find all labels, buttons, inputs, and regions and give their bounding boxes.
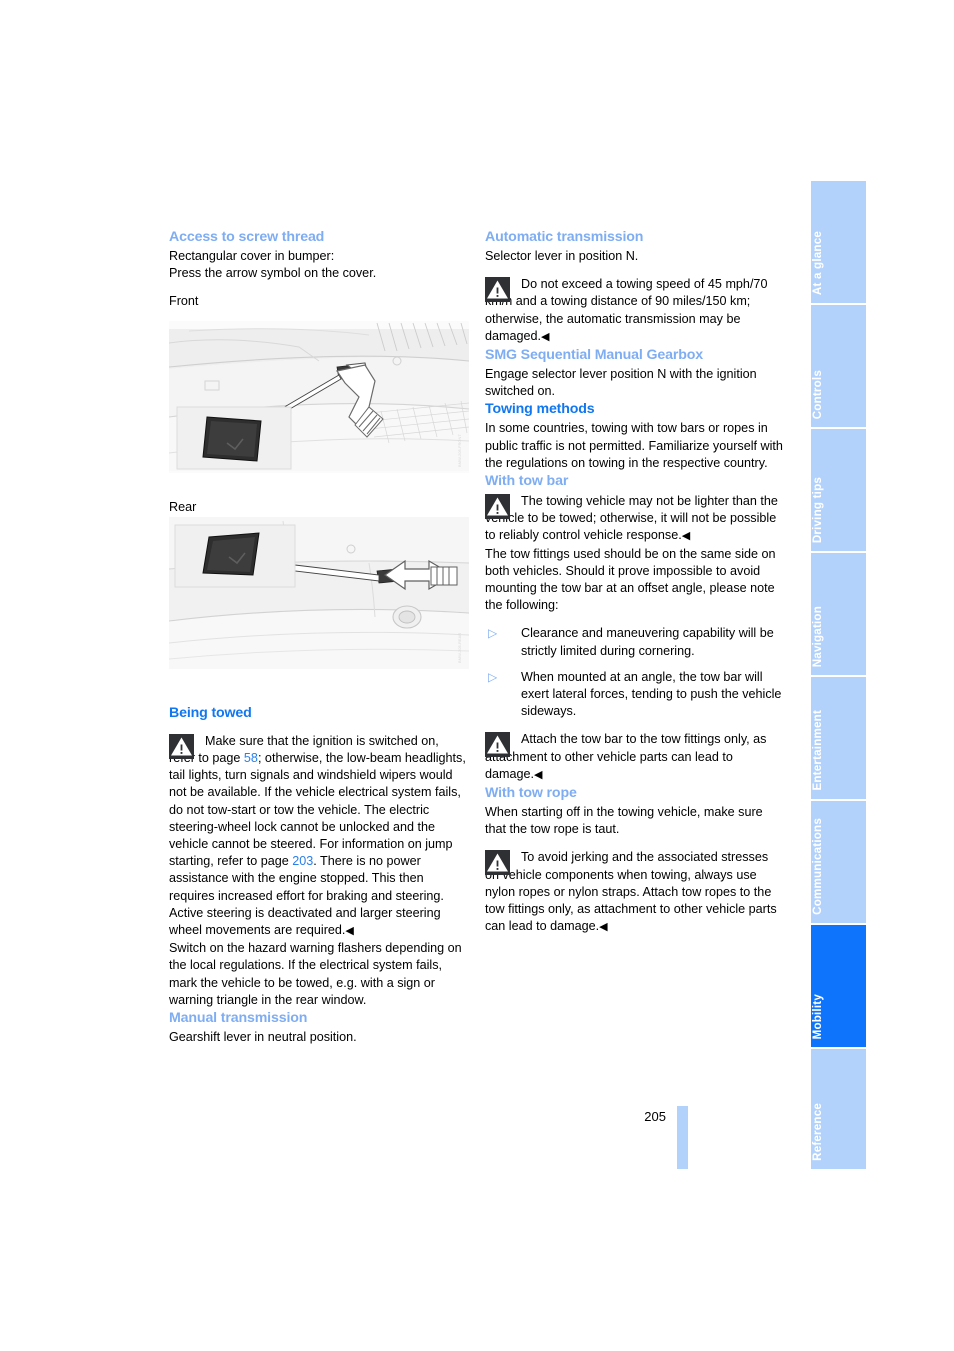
paragraph-towing-methods: In some countries, towing with tow bars …	[485, 421, 783, 470]
heading-access-to-screw-thread: Access to screw thread	[169, 229, 325, 245]
right-text-column: Automatic transmission Selector lever in…	[485, 228, 783, 937]
figure-rear-bumper-screw-thread: BMW-205-REAR	[168, 517, 470, 669]
svg-text:BMW-205-REAR: BMW-205-REAR	[457, 633, 462, 663]
end-mark-icon: ◀	[345, 925, 354, 938]
warning-block-automatic-transmission: Do not exceed a towing speed of 45 mph/7…	[485, 276, 783, 346]
end-mark-icon: ◀	[599, 921, 608, 934]
tab-driving-tips[interactable]: Driving tips	[811, 429, 866, 553]
end-mark-icon: ◀	[541, 330, 550, 343]
heading-with-tow-bar: With tow bar	[485, 473, 569, 490]
bullet-list-offset-angle: ▷ Clearance and maneuvering capability w…	[485, 625, 783, 720]
tab-label: At a glance	[811, 230, 824, 295]
warning-text-tow-bar: The towing vehicle may not be lighter th…	[485, 494, 778, 543]
warning-triangle-icon	[485, 494, 510, 520]
tab-label: Reference	[811, 1103, 824, 1161]
paragraph-with-tow-rope: When starting off in the towing vehicle,…	[485, 805, 763, 837]
warning-text-attach-tow-bar: Attach the tow bar to the tow fittings o…	[485, 732, 767, 781]
warning-triangle-icon	[169, 733, 194, 759]
label-rear: Rear	[169, 499, 197, 514]
svg-text:BMW-205-FRONT: BMW-205-FRONT	[457, 434, 462, 467]
page-ref-58[interactable]: 58	[244, 751, 258, 765]
page-number: 205	[644, 1109, 666, 1124]
list-item-label: When mounted at an angle, the tow bar wi…	[521, 669, 782, 719]
warning-triangle-icon	[485, 732, 510, 758]
page-number-bar	[677, 1106, 688, 1169]
paragraph-tow-fittings: The tow fittings used should be on the s…	[485, 546, 776, 613]
triangle-bullet-icon: ▷	[488, 669, 498, 684]
paragraph-hazard-flashers: Switch on the hazard warning flashers de…	[169, 941, 462, 1007]
tab-reference[interactable]: Reference	[811, 1049, 866, 1169]
warning-block-tow-bar: The towing vehicle may not be lighter th…	[485, 493, 783, 546]
tab-navigation[interactable]: Navigation	[811, 553, 866, 677]
heading-being-towed: Being towed	[169, 704, 252, 721]
tab-mobility[interactable]: Mobility	[811, 925, 866, 1049]
list-item: ▷ When mounted at an angle, the tow bar …	[485, 669, 783, 721]
tab-label: Mobility	[811, 993, 824, 1039]
tab-label: Controls	[811, 369, 824, 419]
warning-block-tow-rope: To avoid jerking and the associated stre…	[485, 849, 783, 936]
warning-block-being-towed: Make sure that the ignition is switched …	[169, 733, 467, 940]
warning-text-tow-rope: To avoid jerking and the associated stre…	[485, 850, 777, 934]
warning-text-being-towed: Make sure that the ignition is switched …	[169, 733, 466, 938]
triangle-bullet-icon: ▷	[488, 626, 498, 641]
heading-with-tow-rope: With tow rope	[485, 785, 577, 802]
end-mark-icon: ◀	[681, 530, 691, 543]
warning-triangle-icon	[485, 850, 510, 876]
page-ref-203[interactable]: 203	[292, 854, 313, 868]
label-front: Front	[169, 294, 199, 309]
tab-communications[interactable]: Communications	[811, 801, 866, 925]
tab-label: Driving tips	[811, 476, 824, 543]
tab-controls[interactable]: Controls	[811, 305, 866, 429]
warning-text-automatic-transmission: Do not exceed a towing speed of 45 mph/7…	[485, 277, 768, 343]
list-item: ▷ Clearance and maneuvering capability w…	[485, 625, 783, 659]
paragraph-access-intro: Rectangular cover in bumper: Press the a…	[169, 249, 377, 281]
manual-page: Access to screw thread Rectangular cover…	[0, 0, 954, 1351]
heading-smg-gearbox: SMG Sequential Manual Gearbox	[485, 347, 703, 364]
warning-triangle-icon	[485, 277, 510, 303]
end-mark-icon: ◀	[534, 768, 543, 781]
figure-front-bumper-screw-thread: BMW-205-FRONT	[168, 321, 470, 473]
tab-entertainment[interactable]: Entertainment	[811, 677, 866, 801]
paragraph-smg-gearbox: Engage selector lever position N with th…	[485, 367, 757, 399]
chapter-tab-strip: At a glance Controls Driving tips Naviga…	[811, 181, 866, 1169]
tab-label: Communications	[811, 818, 824, 915]
list-item-label: Clearance and maneuvering capability wil…	[521, 626, 774, 658]
paragraph-automatic-transmission: Selector lever in position N.	[485, 249, 639, 263]
tab-at-a-glance[interactable]: At a glance	[811, 181, 866, 305]
paragraph-manual-transmission: Gearshift lever in neutral position.	[169, 1030, 357, 1045]
warning-block-attach-tow-bar: Attach the tow bar to the tow fittings o…	[485, 731, 783, 784]
tab-label: Navigation	[811, 605, 824, 667]
tab-label: Entertainment	[811, 710, 824, 791]
heading-manual-transmission: Manual transmission	[169, 1010, 308, 1027]
heading-automatic-transmission: Automatic transmission	[485, 229, 644, 245]
heading-towing-methods: Towing methods	[485, 401, 595, 418]
